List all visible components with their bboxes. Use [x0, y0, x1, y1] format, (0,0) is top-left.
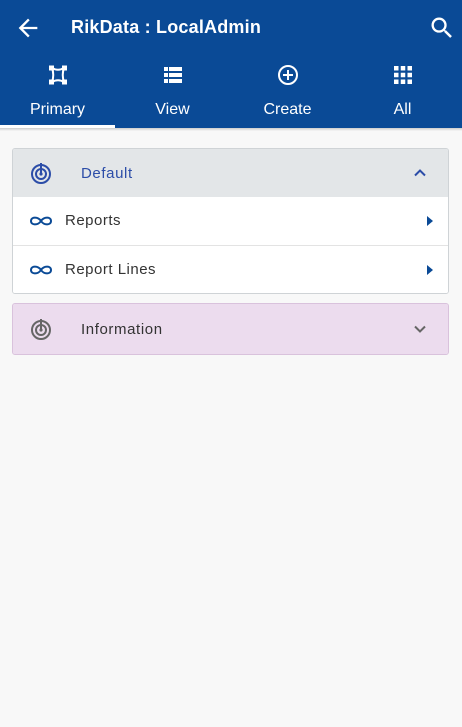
section-title: Default	[81, 165, 133, 182]
section-header-information[interactable]: Information	[13, 304, 448, 354]
infinity-link-icon	[28, 262, 54, 278]
infinity-link-icon	[28, 213, 54, 229]
top-bar: RikData : LocalAdmin	[0, 0, 462, 56]
app-bar-shadow	[0, 128, 462, 131]
tab-label: Create	[263, 101, 312, 118]
caret-right-icon	[425, 214, 435, 228]
target-icon	[30, 318, 52, 340]
section-information: Information	[12, 303, 449, 355]
list-item-report-lines[interactable]: Report Lines	[13, 246, 448, 293]
tab-primary[interactable]: Primary	[0, 56, 115, 128]
tab-create[interactable]: Create	[230, 56, 345, 128]
tab-label: View	[155, 101, 190, 118]
section-default: Default Reports Report Lines	[12, 148, 449, 294]
tab-bar: Primary View Create All	[0, 56, 462, 128]
list-item-label: Report Lines	[65, 261, 157, 278]
tab-label: All	[393, 101, 412, 118]
page-title: RikData : LocalAdmin	[71, 17, 262, 37]
app-bar: RikData : LocalAdmin Primary View Create…	[0, 0, 462, 128]
list-view-icon	[162, 64, 184, 86]
tab-all[interactable]: All	[345, 56, 460, 128]
list-item-label: Reports	[65, 212, 122, 229]
list-item-reports[interactable]: Reports	[13, 197, 448, 246]
tab-view[interactable]: View	[115, 56, 230, 128]
chevron-up-icon[interactable]	[412, 165, 428, 181]
primary-shape-icon	[47, 64, 69, 86]
tab-label: Primary	[29, 101, 86, 118]
search-icon[interactable]	[428, 14, 456, 42]
section-title: Information	[81, 321, 163, 338]
caret-right-icon	[425, 263, 435, 277]
apps-grid-icon	[392, 64, 414, 86]
target-icon	[30, 162, 52, 184]
add-circle-icon	[277, 64, 299, 86]
chevron-down-icon[interactable]	[412, 321, 428, 337]
back-arrow-icon[interactable]	[14, 14, 42, 42]
section-header-default[interactable]: Default	[13, 149, 448, 197]
